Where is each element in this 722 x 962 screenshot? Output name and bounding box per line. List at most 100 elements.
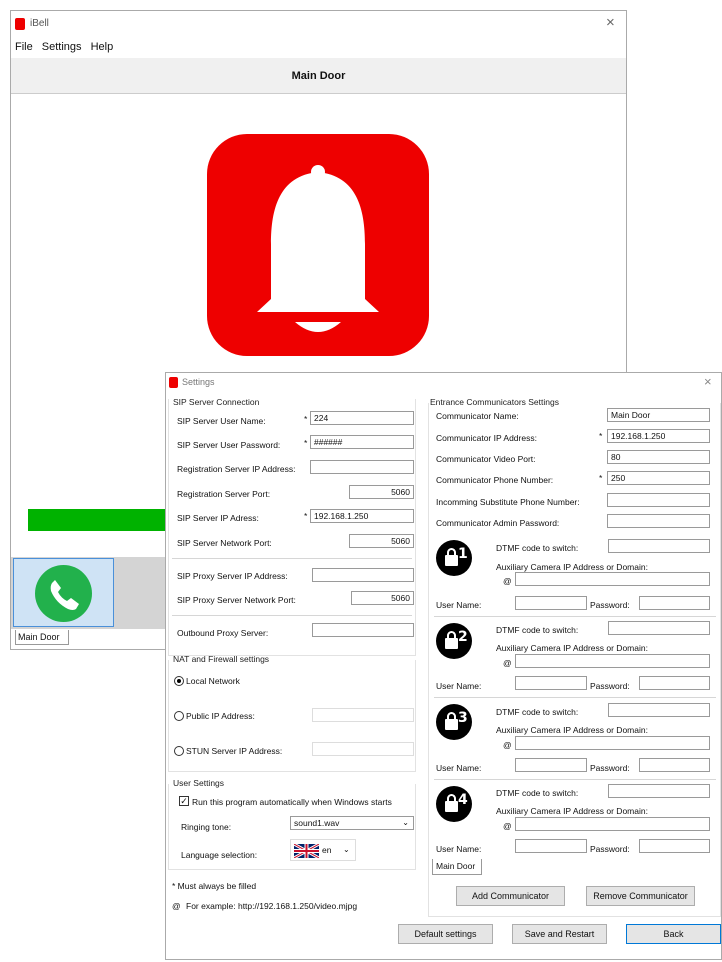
language-select[interactable]: en ⌄ [290, 839, 356, 861]
call-button[interactable] [13, 558, 114, 627]
public-ip-label: Public IP Address: [186, 711, 255, 721]
comm-phone-input[interactable]: 250 [607, 471, 710, 485]
username-input-1[interactable] [515, 596, 587, 610]
sip-proxy-ip-input[interactable] [312, 568, 414, 582]
at-icon: @ [503, 658, 512, 668]
app-logo-icon [15, 18, 25, 30]
comm-phone-label: Communicator Phone Number: [436, 475, 554, 485]
close-icon[interactable]: × [606, 14, 615, 31]
sip-server-ip-label: SIP Server IP Adress: [177, 513, 259, 523]
menu-help[interactable]: Help [91, 41, 114, 53]
sip-proxy-port-input[interactable]: 5060 [351, 591, 414, 605]
required-star: * [304, 414, 308, 424]
reg-server-port-input[interactable]: 5060 [349, 485, 414, 499]
sip-user-name-label: SIP Server User Name: [177, 416, 266, 426]
add-communicator-button[interactable]: Add Communicator [456, 886, 565, 906]
dtmf-label: DTMF code to switch: [496, 625, 579, 635]
nat-section-title: NAT and Firewall settings [173, 654, 270, 664]
dtmf-input-4[interactable] [608, 784, 710, 798]
sip-section-title: SIP Server Connection [173, 397, 260, 407]
camera-input-1[interactable] [515, 572, 710, 586]
admin-password-input[interactable] [607, 514, 710, 528]
local-network-label: Local Network [186, 676, 240, 686]
dtmf-input-1[interactable] [608, 539, 710, 553]
back-button[interactable]: Back [626, 924, 721, 944]
substitute-phone-label: Incomming Substitute Phone Number: [436, 497, 580, 507]
separator [172, 615, 412, 616]
sip-password-label: SIP Server User Password: [177, 440, 281, 450]
comm-name-input[interactable]: Main Door [607, 408, 710, 422]
menu-file[interactable]: File [15, 41, 33, 53]
public-ip-radio[interactable] [174, 711, 184, 721]
password-input-1[interactable] [639, 596, 710, 610]
stun-label: STUN Server IP Address: [186, 746, 283, 756]
at-icon: @ [172, 901, 181, 911]
camera-input-3[interactable] [515, 736, 710, 750]
ringing-tone-select[interactable]: sound1.wav ⌄ [290, 816, 414, 830]
settings-close-icon[interactable]: × [704, 374, 712, 389]
username-input-2[interactable] [515, 676, 587, 690]
sip-password-input[interactable]: ###### [310, 435, 414, 449]
communicator-tab[interactable]: Main Door [432, 859, 482, 875]
comm-video-port-label: Communicator Video Port: [436, 454, 536, 464]
ring-progress-bar [28, 509, 178, 531]
camera-input-4[interactable] [515, 817, 710, 831]
at-icon: @ [503, 576, 512, 586]
username-label: User Name: [436, 763, 482, 773]
comm-ip-input[interactable]: 192.168.1.250 [607, 429, 710, 443]
outbound-proxy-label: Outbound Proxy Server: [177, 628, 269, 638]
substitute-phone-input[interactable] [607, 493, 710, 507]
menu-settings[interactable]: Settings [42, 41, 82, 53]
autorun-label: Run this program automatically when Wind… [192, 797, 392, 807]
sip-server-ip-input[interactable]: 192.168.1.250 [310, 509, 414, 523]
sip-user-name-input[interactable]: 224 [310, 411, 414, 425]
password-label: Password: [590, 681, 630, 691]
reg-server-ip-input[interactable] [310, 460, 414, 474]
sip-network-port-input[interactable]: 5060 [349, 534, 414, 548]
uk-flag-icon [294, 844, 319, 858]
comm-video-port-input[interactable]: 80 [607, 450, 710, 464]
dtmf-label: DTMF code to switch: [496, 788, 579, 798]
password-input-4[interactable] [639, 839, 710, 853]
main-door-tab-label: Main Door [18, 632, 60, 642]
door-header-bar: Main Door [11, 58, 626, 94]
outbound-proxy-input[interactable] [312, 623, 414, 637]
lock-2-icon: 2 [436, 623, 472, 659]
local-network-radio[interactable] [174, 676, 184, 686]
stun-input[interactable] [312, 742, 414, 756]
username-label: User Name: [436, 600, 482, 610]
settings-window: Settings × SIP Server Connection SIP Ser… [165, 372, 722, 960]
reg-server-port-label: Registration Server Port: [177, 489, 271, 499]
separator [434, 697, 716, 698]
ringing-tone-value: sound1.wav [294, 818, 340, 828]
dtmf-input-2[interactable] [608, 621, 710, 635]
stun-radio[interactable] [174, 746, 184, 756]
password-label: Password: [590, 600, 630, 610]
required-star: * [304, 438, 308, 448]
password-input-2[interactable] [639, 676, 710, 690]
dtmf-input-3[interactable] [608, 703, 710, 717]
language-label: Language selection: [181, 850, 258, 860]
camera-label: Auxiliary Camera IP Address or Domain: [496, 725, 648, 735]
lock-4-icon: 4 [436, 786, 472, 822]
camera-input-2[interactable] [515, 654, 710, 668]
default-settings-button[interactable]: Default settings [398, 924, 493, 944]
sip-network-port-label: SIP Server Network Port: [177, 538, 272, 548]
phone-icon [35, 565, 92, 622]
username-label: User Name: [436, 681, 482, 691]
username-input-4[interactable] [515, 839, 587, 853]
sip-proxy-ip-label: SIP Proxy Server IP Address: [177, 571, 288, 581]
public-ip-input[interactable] [312, 708, 414, 722]
autorun-checkbox[interactable]: ✓ [179, 796, 189, 806]
main-door-tab[interactable]: Main Door [15, 630, 69, 645]
username-input-3[interactable] [515, 758, 587, 772]
at-icon: @ [503, 740, 512, 750]
required-star: * [599, 431, 603, 441]
password-input-3[interactable] [639, 758, 710, 772]
save-restart-button[interactable]: Save and Restart [512, 924, 607, 944]
lock-3-icon: 3 [436, 704, 472, 740]
remove-communicator-button[interactable]: Remove Communicator [586, 886, 695, 906]
required-star: * [304, 511, 308, 521]
dtmf-label: DTMF code to switch: [496, 707, 579, 717]
password-label: Password: [590, 763, 630, 773]
